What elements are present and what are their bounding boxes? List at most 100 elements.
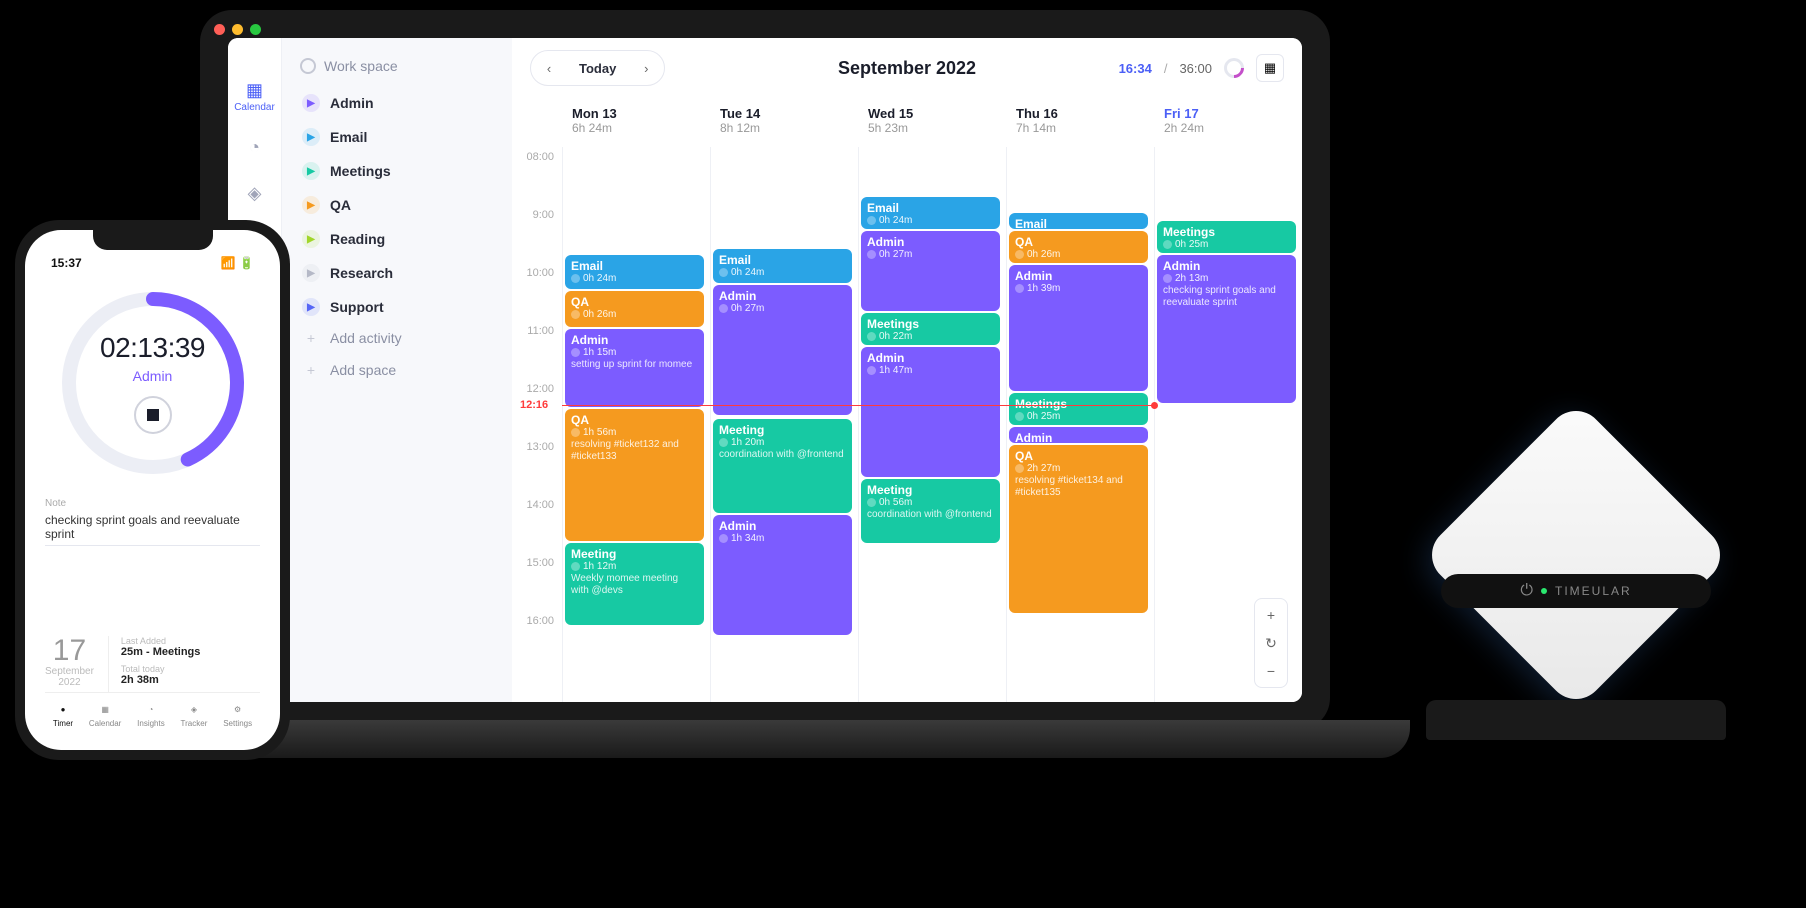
day-column[interactable]: Email0h 24mQA0h 26mAdmin1h 15msetting up… xyxy=(562,147,710,702)
now-indicator: 12:16 xyxy=(562,405,1154,406)
calendar-event[interactable]: Email0h 24m xyxy=(565,255,704,289)
rail-calendar[interactable]: ▦ Calendar xyxy=(234,78,275,113)
play-icon xyxy=(302,94,320,112)
prev-week-button[interactable]: ‹ xyxy=(531,51,567,85)
rail-calendar-label: Calendar xyxy=(234,102,275,113)
calendar-event[interactable]: Email0h 24m xyxy=(713,249,852,283)
calendar-event[interactable]: QA1h 56mresolving #ticket132 and #ticket… xyxy=(565,409,704,541)
day-headers: Mon 136h 24mTue 148h 12mWed 155h 23mThu … xyxy=(512,98,1302,147)
phone-status-icons: 📶 🔋 xyxy=(221,256,254,270)
day-columns: Email0h 24mQA0h 26mAdmin1h 15msetting up… xyxy=(562,147,1302,702)
calendar-event[interactable]: Admin1h 39m xyxy=(1009,265,1148,391)
add-activity-button[interactable]: Add activity xyxy=(294,322,500,354)
day-header[interactable]: Fri 172h 24m xyxy=(1154,98,1302,147)
activity-support[interactable]: Support xyxy=(294,292,500,322)
zoom-out-button[interactable]: − xyxy=(1259,659,1283,683)
calendar-event[interactable]: Meeting1h 20mcoordination with @frontend xyxy=(713,419,852,513)
app-window: ▦ Calendar ◔ ◈ Work space Admin Email Meet… xyxy=(228,38,1302,702)
calendar-event[interactable]: Admin2h 13mchecking sprint goals and ree… xyxy=(1157,255,1296,403)
calendar-event[interactable]: QA2h 27mresolving #ticket134 and #ticket… xyxy=(1009,445,1148,613)
laptop-device: ▦ Calendar ◔ ◈ Work space Admin Email Meet… xyxy=(200,10,1330,730)
calendar-event[interactable]: Admin0h 27m xyxy=(861,231,1000,311)
calendar-event[interactable]: Meetings0h 22m xyxy=(861,313,1000,345)
day-header[interactable]: Mon 136h 24m xyxy=(562,98,710,147)
calendar-event[interactable]: Admin0h 27m xyxy=(713,285,852,415)
calendar-event[interactable]: Meeting1h 12mWeekly momee meeting with @… xyxy=(565,543,704,625)
time-label: 12:00 xyxy=(526,383,554,395)
zoom-in-button[interactable]: + xyxy=(1259,603,1283,627)
pie-icon: ◔ xyxy=(243,135,267,159)
timer-value: 02:13:39 xyxy=(100,332,205,364)
activity-email[interactable]: Email xyxy=(294,122,500,152)
day-header[interactable]: Thu 167h 14m xyxy=(1006,98,1154,147)
rail-insights[interactable]: ◔ xyxy=(243,135,267,159)
rail-tracker[interactable]: ◈ xyxy=(243,181,267,205)
activity-reading[interactable]: Reading xyxy=(294,224,500,254)
timer-activity: Admin xyxy=(133,368,173,384)
note-label: Note xyxy=(45,498,260,509)
tracker-body xyxy=(1420,399,1731,710)
day-column[interactable]: Email QA0h 26mAdmin1h 39mMeetings0h 25m Ad… xyxy=(1006,147,1154,702)
calendar-event[interactable]: Meeting0h 56mcoordination with @frontend xyxy=(861,479,1000,543)
calendar-main: ‹ Today › September 2022 16:34 / 36:00 ▦… xyxy=(512,38,1302,702)
phone-status-time: 15:37 xyxy=(51,256,82,270)
clock-now: 16:34 xyxy=(1119,61,1152,76)
workspace-icon xyxy=(300,58,316,74)
calendar-event[interactable]: Admin xyxy=(1009,427,1148,443)
day-header[interactable]: Tue 148h 12m xyxy=(710,98,858,147)
clock-total: 36:00 xyxy=(1179,61,1212,76)
date-day: 17 xyxy=(45,636,94,666)
tab-insights[interactable]: ◔Insights xyxy=(137,701,165,728)
time-label: 9:00 xyxy=(533,209,554,221)
calendar-event[interactable]: Email xyxy=(1009,213,1148,229)
zoom-reset-button[interactable]: ↻ xyxy=(1259,631,1283,655)
tracker-status-led xyxy=(1541,588,1547,594)
calendar-picker-button[interactable]: ▦ xyxy=(1256,54,1284,82)
calendar-icon: ▦ xyxy=(243,78,267,102)
activity-label: Support xyxy=(330,299,384,315)
settings-icon: ⚙ xyxy=(230,701,246,717)
activity-admin[interactable]: Admin xyxy=(294,88,500,118)
add-space-button[interactable]: Add space xyxy=(294,354,500,386)
workspace-heading[interactable]: Work space xyxy=(294,54,500,88)
activity-meetings[interactable]: Meetings xyxy=(294,156,500,186)
calendar-body: 08:009:0010:0011:0012:0013:0014:0015:001… xyxy=(512,147,1302,702)
day-column[interactable]: Email0h 24mAdmin0h 27mMeetings0h 22mAdmi… xyxy=(858,147,1006,702)
calendar-event[interactable]: Meetings0h 25m xyxy=(1157,221,1296,253)
play-icon xyxy=(302,264,320,282)
stop-button[interactable] xyxy=(134,396,172,434)
time-label: 15:00 xyxy=(526,557,554,569)
tab-timer[interactable]: ●Timer xyxy=(53,701,73,728)
tab-calendar[interactable]: ▦Calendar xyxy=(89,701,121,728)
calendar-event[interactable]: Admin1h 15msetting up sprint for momee xyxy=(565,329,704,407)
phone-status-bar: 15:37 📶 🔋 xyxy=(41,256,264,278)
calendar-event[interactable]: QA0h 26m xyxy=(1009,231,1148,263)
tracker-base xyxy=(1426,700,1726,740)
calendar-event[interactable]: Admin1h 34m xyxy=(713,515,852,635)
activity-qa[interactable]: QA xyxy=(294,190,500,220)
note-input[interactable]: checking sprint goals and reevaluate spr… xyxy=(45,509,260,546)
date-year: 2022 xyxy=(45,677,94,688)
phone-app: 15:37 📶 🔋 02:13:39 Admin Note checking s… xyxy=(25,230,280,750)
date-nav: ‹ Today › xyxy=(530,50,665,86)
calendar-event[interactable]: Admin1h 47m xyxy=(861,347,1000,477)
next-week-button[interactable]: › xyxy=(628,51,664,85)
play-icon xyxy=(302,128,320,146)
calendar-event[interactable]: QA0h 26m xyxy=(565,291,704,327)
activity-label: Email xyxy=(330,129,367,145)
note-section: Note checking sprint goals and reevaluat… xyxy=(41,498,264,546)
play-icon xyxy=(302,298,320,316)
calendar-event[interactable]: Email0h 24m xyxy=(861,197,1000,229)
activity-label: QA xyxy=(330,197,351,213)
tracker-icon: ◈ xyxy=(186,701,202,717)
calendar-event[interactable]: Meetings0h 25m xyxy=(1009,393,1148,425)
tab-settings[interactable]: ⚙Settings xyxy=(223,701,252,728)
day-header[interactable]: Wed 155h 23m xyxy=(858,98,1006,147)
tab-tracker[interactable]: ◈Tracker xyxy=(181,701,208,728)
date-month: September xyxy=(45,666,94,677)
day-column[interactable]: Email0h 24mAdmin0h 27mMeeting1h 20mcoord… xyxy=(710,147,858,702)
diamond-icon: ◈ xyxy=(243,181,267,205)
activity-research[interactable]: Research xyxy=(294,258,500,288)
time-label: 16:00 xyxy=(526,615,554,627)
today-button[interactable]: Today xyxy=(567,51,628,85)
